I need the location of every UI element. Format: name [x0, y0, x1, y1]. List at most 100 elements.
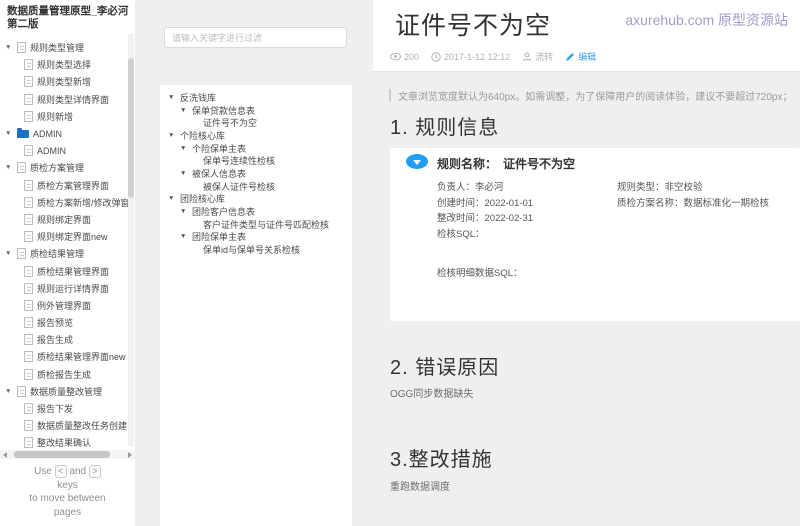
sidebar-item-rule-type-mgmt[interactable]: ▼ 规则类型管理	[0, 39, 135, 56]
sidebar-item-rectify-mgmt[interactable]: ▼ 数据质量整改管理	[0, 383, 135, 400]
field-check-sql: 检核SQL：	[437, 229, 485, 241]
tree-node-table[interactable]: ▼ 个险保单主表	[160, 142, 352, 155]
collapse-arrow-icon[interactable]: ▼	[180, 145, 192, 152]
datetime-text: 2017-1-12 12:12	[444, 51, 511, 62]
eye-icon	[390, 52, 401, 61]
sidebar-item-label: 质检结果管理界面	[37, 266, 110, 277]
sidebar-item-label: 规则绑定界面	[37, 214, 92, 225]
meta-bar: 200 2017-1-12 12:12 流转 编辑	[390, 50, 608, 63]
page-icon	[24, 282, 33, 294]
section3-heading: 3.整改措施	[390, 449, 493, 471]
rule-name-label: 规则名称：	[437, 157, 498, 171]
tree-node-table[interactable]: ▼ 被保人信息表	[160, 167, 352, 180]
sidebar-item-label: 质检结果管理界面new	[37, 352, 126, 363]
collapse-arrow-icon[interactable]: ▼	[168, 132, 180, 139]
edit-button[interactable]: 编辑	[565, 50, 596, 63]
tree-node-label: 被保人证件号检核	[203, 181, 276, 192]
sidebar-item[interactable]: 例外管理界面	[0, 297, 135, 314]
sidebar-item[interactable]: ADMIN	[0, 142, 135, 159]
sidebar-item[interactable]: 质检结果管理界面new	[0, 348, 135, 365]
page-icon	[24, 93, 33, 105]
collapse-arrow-icon[interactable]: ▼	[180, 107, 192, 114]
sidebar-item-admin-folder[interactable]: ▼ ADMIN	[0, 125, 135, 142]
tree-node-table[interactable]: ▼ 团险客户信息表	[160, 205, 352, 218]
sidebar-item[interactable]: 报告下发	[0, 400, 135, 417]
tree-node-library[interactable]: ▼ 团险核心库	[160, 193, 352, 206]
collapse-arrow-icon[interactable]: ▼	[180, 170, 192, 177]
scroll-right-arrow-icon[interactable]	[128, 451, 132, 458]
field-rule-type: 规则类型：非空校验	[617, 181, 703, 193]
sidebar-item[interactable]: 规则绑定界面new	[0, 228, 135, 245]
sidebar-item[interactable]: 规则类型详情界面	[0, 91, 135, 108]
sidebar-item[interactable]: 规则类型新增	[0, 73, 135, 90]
tree-node-label: 保单贷款信息表	[192, 105, 256, 116]
tree-node-table[interactable]: ▼ 保单贷款信息表	[160, 104, 352, 117]
sidebar-item[interactable]: 整改结果确认	[0, 434, 135, 451]
collapse-arrow-icon[interactable]: ▼	[180, 208, 192, 215]
hint-text: to move between	[29, 493, 106, 504]
tree-node-table[interactable]: ▼ 团险保单主表	[160, 231, 352, 244]
edit-label: 编辑	[578, 52, 597, 62]
sidebar-item-label: 规则类型详情界面	[37, 94, 110, 105]
author: 流转	[522, 50, 553, 63]
rule-tree-panel: ▼ 反洗钱库 ▼ 保单贷款信息表 证件号不为空 ▼ 个险核心库 ▼ 个险保单主表 保单号…	[160, 85, 352, 526]
sidebar-item[interactable]: 规则类型选择	[0, 56, 135, 73]
tree-node-rule[interactable]: 被保人证件号检核	[160, 180, 352, 193]
page-icon	[24, 213, 33, 225]
collapse-arrow-icon[interactable]: ▼	[5, 164, 17, 171]
page-icon	[24, 299, 33, 311]
tree-node-label: 个险核心库	[180, 130, 226, 141]
sidebar-item[interactable]: 质检结果管理界面	[0, 262, 135, 279]
page-icon	[24, 437, 33, 449]
sidebar-item-label: 规则运行详情界面	[37, 283, 110, 294]
right-key-cap: >	[88, 465, 101, 478]
tree-node-label: 个险保单主表	[192, 143, 247, 154]
sidebar-item[interactable]: 质检报告生成	[0, 366, 135, 383]
collapse-arrow-icon[interactable]: ▼	[5, 130, 17, 137]
scrollbar-thumb[interactable]	[128, 58, 134, 198]
collapse-arrow-icon[interactable]: ▼	[5, 44, 17, 51]
field-created: 创建时间：2022-01-01	[437, 197, 534, 209]
sidebar-item[interactable]: 质检方案管理界面	[0, 177, 135, 194]
search-input[interactable]	[164, 27, 347, 48]
sidebar-item[interactable]: 规则新增	[0, 108, 135, 125]
collapse-arrow-icon[interactable]: ▼	[168, 94, 180, 101]
page-icon	[17, 162, 26, 174]
sidebar-item[interactable]: 数据质量整改任务创建	[0, 417, 135, 434]
sidebar-item-label: 报告预览	[37, 318, 74, 329]
tree-node-rule-current[interactable]: 证件号不为空	[160, 116, 352, 129]
sidebar-item-qc-result-mgmt[interactable]: ▼ 质检结果管理	[0, 245, 135, 262]
sidebar-item[interactable]: 规则运行详情界面	[0, 280, 135, 297]
tree-node-library[interactable]: ▼ 个险核心库	[160, 129, 352, 142]
page-icon	[24, 231, 33, 243]
field-plan-name: 质检方案名称：数据标准化一期检核	[617, 197, 770, 209]
scroll-left-arrow-icon[interactable]	[3, 451, 7, 458]
tree-node-rule[interactable]: 客户证件类型与证件号匹配检核	[160, 218, 352, 231]
sidebar-item-label: 规则类型选择	[37, 60, 92, 71]
sidebar-item[interactable]: 报告预览	[0, 314, 135, 331]
page-icon	[24, 145, 33, 157]
tree-node-label: 反洗钱库	[180, 92, 217, 103]
tree-node-rule[interactable]: 保单id与保单号关系检核	[160, 243, 352, 256]
collapse-arrow-icon[interactable]: ▼	[5, 250, 17, 257]
collapse-arrow-icon[interactable]: ▼	[168, 195, 180, 202]
sidebar-item-label: 质检方案管理界面	[37, 180, 110, 191]
tree-node-rule[interactable]: 保单号连续性检核	[160, 154, 352, 167]
watermark-link[interactable]: axurehub.com 原型资源站	[625, 10, 788, 30]
sidebar-item[interactable]: 质检方案新增/修改弹窗	[0, 194, 135, 211]
collapse-arrow-icon[interactable]: ▼	[180, 233, 192, 240]
sidebar-item-label: 数据质量整改管理	[30, 386, 103, 397]
page-title: 证件号不为空	[395, 12, 552, 40]
sidebar-horizontal-scrollbar[interactable]	[0, 450, 135, 459]
sidebar-vertical-scrollbar[interactable]	[128, 34, 134, 446]
scrollbar-thumb[interactable]	[14, 451, 110, 458]
page-icon	[24, 403, 33, 415]
sidebar-item[interactable]: 规则绑定界面	[0, 211, 135, 228]
sidebar-item-qc-plan-mgmt[interactable]: ▼ 质检方案管理	[0, 159, 135, 176]
collapse-arrow-icon[interactable]: ▼	[5, 388, 17, 395]
section1-heading: 1. 规则信息	[390, 117, 500, 139]
tree-node-library[interactable]: ▼ 反洗钱库	[160, 91, 352, 104]
sidebar-item[interactable]: 报告生成	[0, 331, 135, 348]
rule-info-card: 规则名称： 证件号不为空 负责人：李必河 规则类型：非空校验 创建时间：2022-…	[390, 148, 800, 321]
notice-text: 文章浏览宽度默认为640px。如需调整，为了保障用户的阅读体验，建议不要超过72…	[398, 92, 793, 103]
